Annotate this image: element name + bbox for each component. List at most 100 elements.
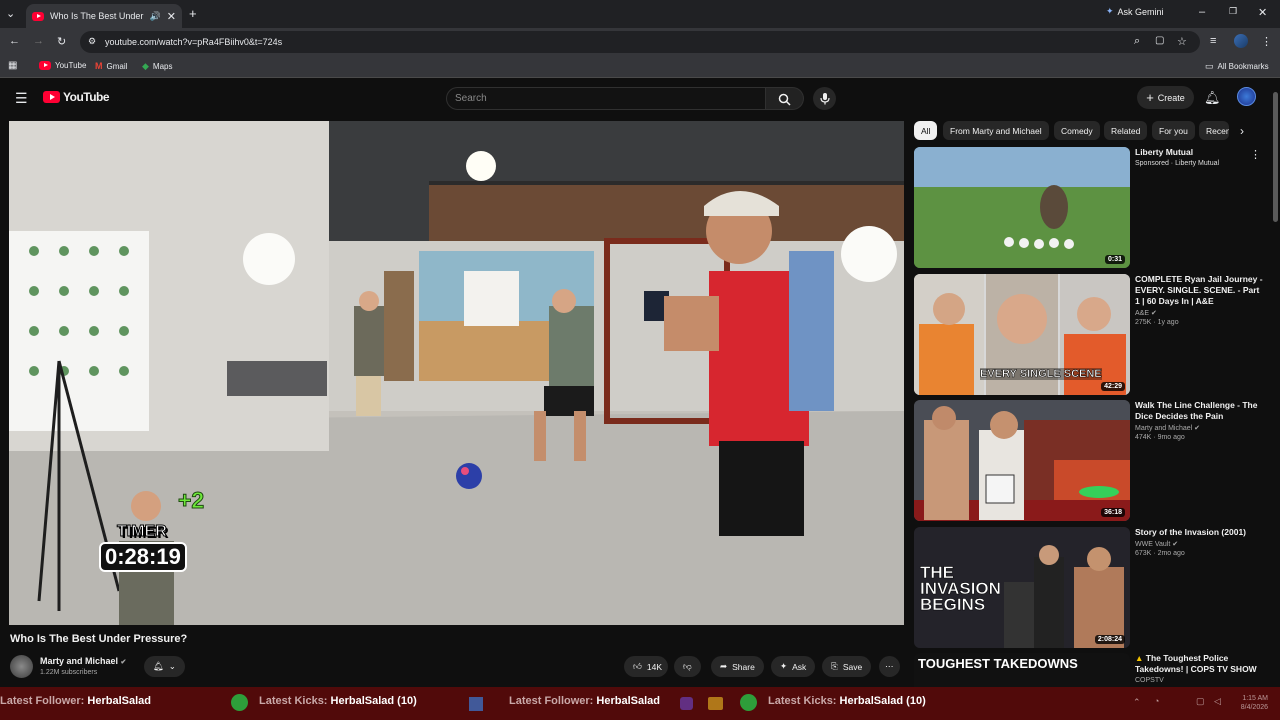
- reading-list-icon[interactable]: ≡: [1210, 35, 1216, 47]
- recommendation-info[interactable]: Liberty Mutual Sponsored · Liberty Mutua…: [1135, 147, 1265, 167]
- bookmark-maps[interactable]: ◆ Maps: [142, 61, 172, 72]
- ask-gemini-button[interactable]: ✦ Ask Gemini: [1106, 6, 1164, 17]
- wifi-icon[interactable]: ◔: [1154, 696, 1159, 706]
- browser-menu-icon[interactable]: ⋮: [1261, 35, 1272, 48]
- chip-for-you[interactable]: For you: [1152, 121, 1195, 140]
- kick-logo-icon: [740, 694, 757, 711]
- hamburger-menu-icon[interactable]: ☰: [15, 90, 28, 107]
- channel-name[interactable]: Marty and Michael ✔: [40, 656, 126, 666]
- chip-from-channel[interactable]: From Marty and Michael: [943, 121, 1049, 140]
- browser-tab-active[interactable]: Who Is The Best Under Pre 🔊 ✕: [26, 4, 182, 28]
- close-window-icon[interactable]: ✕: [1258, 6, 1267, 19]
- verified-check-icon: ✔: [1194, 425, 1201, 432]
- save-button[interactable]: ⎘ Save: [822, 656, 872, 677]
- microphone-icon: [820, 93, 830, 105]
- kick-logo-icon: [231, 694, 248, 711]
- back-icon[interactable]: ←: [9, 35, 20, 47]
- close-tab-icon[interactable]: ✕: [167, 10, 176, 23]
- recommendation-channel: Marty and Michael ✔: [1135, 424, 1265, 432]
- recommendation-info[interactable]: ▲ The Toughest Police Takedowns! | COPS …: [1135, 653, 1265, 687]
- tray-chevron-up-icon[interactable]: ⌃: [1133, 697, 1141, 708]
- thumbs-down-icon: 👎︎: [683, 661, 692, 671]
- scrollbar-thumb[interactable]: [1273, 92, 1278, 222]
- create-label: Create: [1157, 92, 1185, 103]
- search-input[interactable]: Search: [446, 87, 766, 110]
- plus-icon: +: [1146, 90, 1154, 105]
- more-actions-button[interactable]: ⋯: [879, 656, 900, 677]
- speaker-icon[interactable]: ◁: [1214, 696, 1221, 707]
- video-duration: 0:31: [1104, 255, 1125, 264]
- tab-title: Who Is The Best Under Pre: [50, 11, 144, 21]
- recommendation-info[interactable]: Story of the Invasion (2001) WWE Vault ✔…: [1135, 527, 1265, 557]
- bookmark-gmail[interactable]: M Gmail: [95, 61, 127, 71]
- youtube-logo[interactable]: YouTube: [43, 90, 110, 104]
- ticker-label: Latest Kicks:: [259, 695, 328, 707]
- bookmark-youtube[interactable]: YouTube: [39, 61, 86, 70]
- voice-search-button[interactable]: [813, 87, 836, 110]
- ticker-latest-kicks: Latest Kicks: HerbalSalad (10): [768, 695, 926, 707]
- windows-start-icon[interactable]: [469, 697, 483, 711]
- like-button[interactable]: 👍︎ 14K: [624, 656, 669, 677]
- recommendation-title: Walk The Line Challenge - The Dice Decid…: [1135, 400, 1258, 421]
- taskbar-app-icon[interactable]: [680, 697, 693, 710]
- recommendation-meta: 474K · 9mo ago: [1135, 434, 1185, 441]
- maps-pin-icon: ◆: [142, 61, 149, 71]
- chip-all[interactable]: All: [914, 121, 938, 140]
- audio-playing-icon[interactable]: 🔊: [150, 11, 161, 22]
- recommendation-info[interactable]: Walk The Line Challenge - The Dice Decid…: [1135, 400, 1265, 441]
- video-thumbnail[interactable]: EVERY SINGLE SCENE 42:29: [914, 274, 1130, 395]
- recommendation-channel: A&E ✔: [1135, 309, 1265, 317]
- bookmark-star-icon[interactable]: ☆: [1177, 35, 1187, 48]
- profile-avatar[interactable]: [1234, 34, 1248, 48]
- overlay-timer-label: TIMER: [117, 523, 168, 541]
- address-bar[interactable]: ⚙ youtube.com/watch?v=pRa4FBiihv0&t=724s…: [80, 31, 1200, 53]
- subscribed-notifications-button[interactable]: 🔔︎ ⌄: [144, 656, 185, 677]
- forward-icon[interactable]: →: [33, 35, 44, 47]
- channel-text: Marty and Michael: [1135, 425, 1193, 432]
- tab-search-chevron-icon[interactable]: ⌄: [6, 7, 15, 20]
- recommendation-info[interactable]: COMPLETE Ryan Jail Journey - EVERY. SING…: [1135, 274, 1265, 326]
- chip-comedy[interactable]: Comedy: [1054, 121, 1100, 140]
- gemini-sparkle-icon: ✦: [1106, 6, 1114, 16]
- ask-button[interactable]: ✦ Ask: [771, 656, 816, 677]
- chip-related[interactable]: Related: [1104, 121, 1148, 140]
- search-button[interactable]: [766, 87, 804, 110]
- thumbnail-caption: EVERY SINGLE SCENE: [980, 368, 1102, 381]
- apps-grid-icon[interactable]: ▦: [8, 60, 17, 71]
- thumbs-up-icon: 👍︎: [633, 661, 642, 671]
- cast-icon[interactable]: ▢: [1155, 35, 1164, 46]
- account-avatar[interactable]: [1237, 87, 1256, 106]
- youtube-favicon-icon: [32, 11, 44, 21]
- dislike-button[interactable]: 👎︎: [674, 656, 701, 677]
- reload-icon[interactable]: ↻: [57, 35, 66, 48]
- minimize-window-icon[interactable]: –: [1199, 6, 1205, 18]
- chips-next-chevron-icon[interactable]: ›: [1240, 124, 1244, 138]
- zoom-icon[interactable]: ⌕: [1134, 35, 1140, 48]
- recommendation-title: ▲ The Toughest Police Takedowns! | COPS …: [1135, 653, 1265, 675]
- volume-icon[interactable]: ▢: [1196, 696, 1205, 707]
- more-vertical-icon[interactable]: ⋮: [1250, 148, 1261, 161]
- all-bookmarks-button[interactable]: ▭ All Bookmarks: [1205, 61, 1269, 72]
- notifications-bell-icon[interactable]: 🔔︎: [1204, 90, 1221, 106]
- video-thumbnail[interactable]: TOUGHEST TAKEDOWNS: [914, 653, 1130, 687]
- video-thumbnail[interactable]: THE INVASION BEGINS 2:08:24: [914, 527, 1130, 648]
- file-explorer-icon[interactable]: [708, 697, 723, 710]
- new-tab-icon[interactable]: +: [189, 6, 197, 21]
- video-duration: 42:29: [1101, 382, 1125, 391]
- maximize-window-icon[interactable]: ❐: [1229, 6, 1237, 17]
- create-button[interactable]: + Create: [1137, 86, 1194, 109]
- recommendation-channel: WWE Vault ✔: [1135, 540, 1265, 548]
- site-info-icon[interactable]: ⚙: [88, 36, 96, 47]
- recommendation-meta: 673K · 2mo ago: [1135, 550, 1185, 557]
- stream-ticker: Latest Follower: HerbalSalad Latest Kick…: [0, 687, 1280, 720]
- youtube-play-logo-icon: [43, 91, 60, 103]
- video-thumbnail[interactable]: 36:18: [914, 400, 1130, 521]
- more-horizontal-icon: ⋯: [885, 661, 894, 671]
- system-clock[interactable]: 1:15 AM 8/4/2026: [1228, 694, 1268, 712]
- video-player[interactable]: +2 TIMER 0:28:19: [9, 121, 904, 625]
- channel-text: WWE Vault: [1135, 541, 1171, 548]
- video-thumbnail[interactable]: 0:31: [914, 147, 1130, 268]
- channel-avatar[interactable]: [10, 655, 33, 678]
- share-button[interactable]: ➦ Share: [711, 656, 764, 677]
- chip-recent[interactable]: Recen: [1199, 121, 1229, 140]
